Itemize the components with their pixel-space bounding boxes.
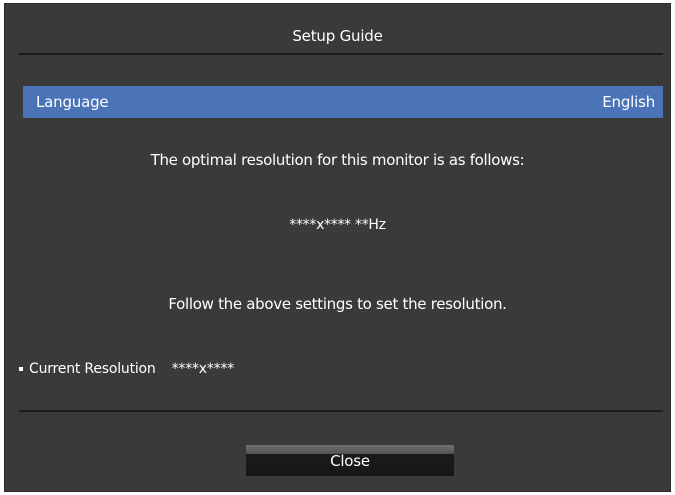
title-divider — [19, 53, 663, 55]
close-button-label: Close — [330, 451, 370, 470]
language-row[interactable]: Language English — [23, 86, 663, 118]
close-button[interactable]: Close — [246, 445, 454, 476]
current-resolution-value: ****x**** — [171, 361, 235, 377]
dialog-title: Setup Guide — [292, 27, 383, 45]
language-label: Language — [36, 93, 109, 111]
language-value: English — [602, 93, 655, 111]
optimal-resolution-value: ****x**** **Hz — [289, 217, 386, 233]
setup-guide-dialog: Setup Guide Language English The optimal… — [4, 3, 671, 492]
optimal-resolution-message: The optimal resolution for this monitor … — [150, 151, 525, 169]
current-resolution: Current Resolution ****x**** — [19, 360, 234, 378]
current-resolution-label: Current Resolution — [29, 361, 156, 377]
instruction-text: Follow the above settings to set the res… — [168, 295, 507, 313]
bullet-icon — [19, 367, 23, 371]
footer-divider — [19, 410, 663, 412]
